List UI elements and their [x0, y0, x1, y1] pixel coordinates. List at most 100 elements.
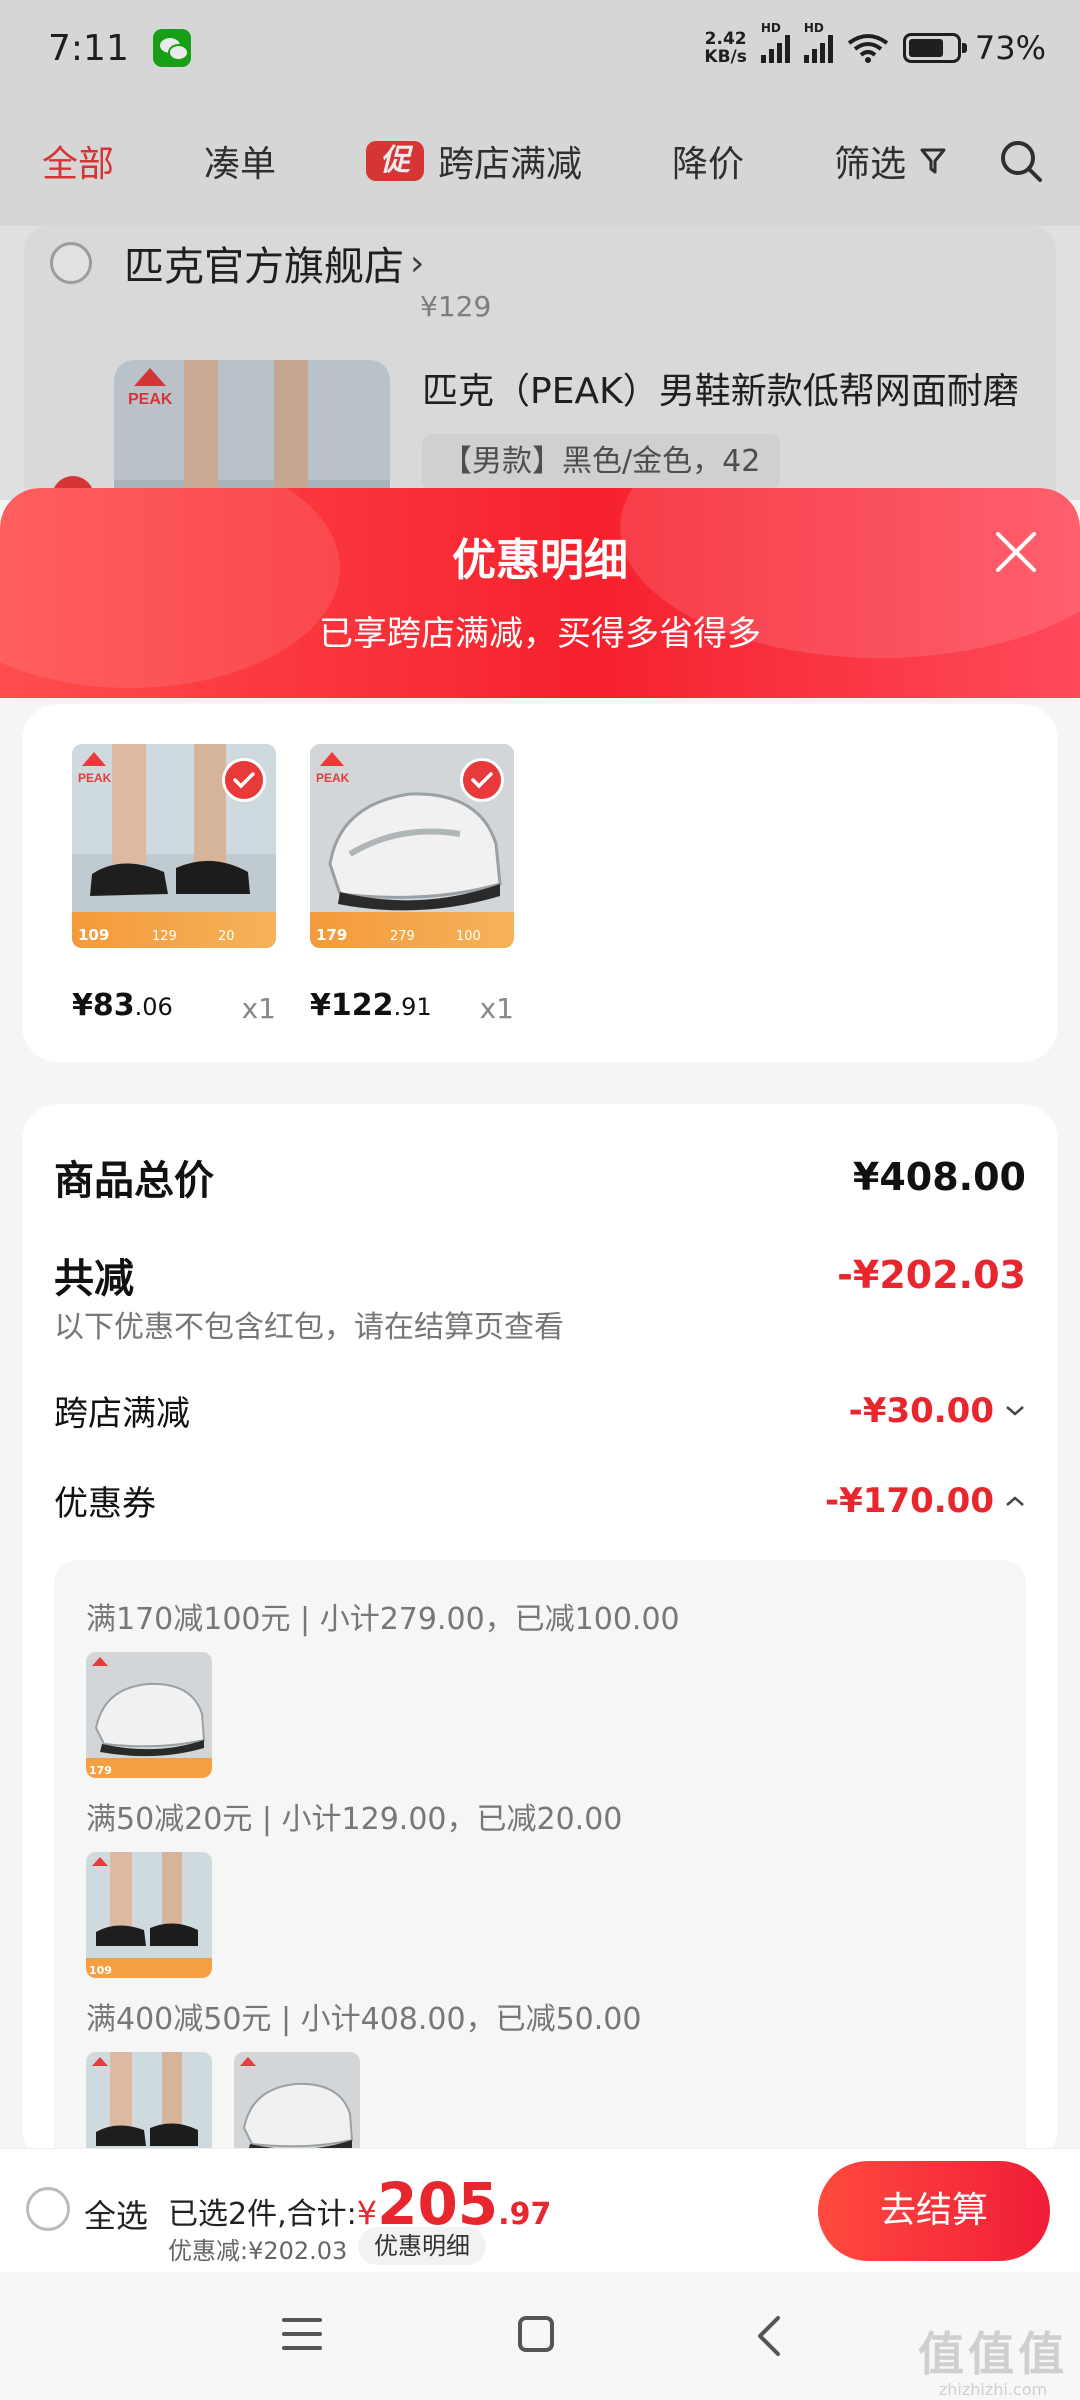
- cart-partial-price: ¥129: [420, 290, 492, 323]
- total-price-label: 商品总价: [54, 1158, 214, 1204]
- selected-item[interactable]: PEAK 109 129 20 ¥83.06 x1: [72, 744, 276, 1025]
- store-row[interactable]: 匹克官方旗舰店 ›: [24, 234, 424, 292]
- thumb-price: 179: [89, 1764, 112, 1777]
- home-icon[interactable]: [516, 2314, 556, 2354]
- app-root: 7:11 2.42 KB/s HD HD 73% 全部 凑单 促 跨店满减 降价…: [0, 0, 1080, 2400]
- cart-product-sku[interactable]: 【男款】黑色/金色，42: [422, 434, 781, 490]
- network-speed-value: 2.42: [704, 29, 747, 49]
- checkout-bar: 全选 已选2件,合计: ¥ 205 .97 优惠减:¥202.03 优惠明细 去…: [0, 2148, 1080, 2272]
- sheet-subtitle: 已享跨店满减，买得多省得多: [319, 614, 761, 654]
- thumb-price: 109: [89, 1964, 112, 1977]
- tab-bundle[interactable]: 凑单: [204, 135, 276, 187]
- svg-text:PEAK: PEAK: [78, 771, 112, 785]
- coupon-product-thumb: [86, 2052, 212, 2148]
- item-price-cents: .91: [393, 993, 432, 1021]
- header-decoration: [0, 488, 340, 688]
- filter-button[interactable]: 筛选: [834, 135, 946, 187]
- tab-cross-store-promo[interactable]: 促 跨店满减: [366, 135, 582, 187]
- total-discount-value: -¥202.03: [837, 1253, 1026, 1297]
- menu-icon[interactable]: [280, 2314, 324, 2354]
- selected-count-text: 已选2件,合计:: [168, 2197, 357, 2232]
- svg-text:PEAK: PEAK: [316, 771, 350, 785]
- watermark-main: 值值值: [918, 2327, 1068, 2381]
- thumb-price-band: 179: [86, 1758, 212, 1778]
- status-time: 7:11: [48, 27, 129, 69]
- total-price-value: ¥408.00: [852, 1155, 1026, 1199]
- filter-bar: 全部 凑单 促 跨店满减 降价 筛选: [0, 96, 1080, 226]
- band-original: 129: [152, 929, 177, 944]
- coupon-product-thumb: 179: [86, 1652, 212, 1778]
- coupon-value-wrap: -¥170.00: [825, 1481, 1026, 1521]
- band-price: 109: [78, 926, 110, 944]
- back-icon[interactable]: [754, 2314, 784, 2358]
- total-discount-label: 共减: [54, 1256, 134, 1302]
- store-name[interactable]: 匹克官方旗舰店: [124, 234, 404, 292]
- close-icon[interactable]: [992, 528, 1040, 576]
- cross-store-value: -¥30.00: [848, 1390, 994, 1431]
- promo-badge: 促: [366, 141, 425, 181]
- item-price: ¥83.06: [72, 988, 173, 1023]
- checkout-button[interactable]: 去结算: [818, 2161, 1050, 2261]
- coupon-row[interactable]: 优惠券 -¥170.00: [54, 1476, 1026, 1525]
- battery-percent: 73%: [974, 29, 1046, 67]
- chevron-up-icon: [1006, 1495, 1024, 1506]
- tab-price-drop[interactable]: 降价: [672, 135, 744, 187]
- coupon-line: 满50减20元 | 小计129.00，已减20.00: [86, 1802, 623, 1837]
- item-quantity: x1: [241, 992, 276, 1025]
- item-price-int: ¥122: [310, 988, 394, 1023]
- svg-text:PEAK: PEAK: [128, 391, 173, 408]
- wifi-icon: [847, 34, 889, 63]
- selected-total: 已选2件,合计: ¥ 205 .97: [168, 2175, 552, 2233]
- network-speed: 2.42 KB/s: [704, 30, 746, 66]
- discount-detail-button[interactable]: 优惠明细: [358, 2227, 486, 2265]
- tab-promo-label: 跨店满减: [438, 144, 583, 185]
- watermark-sub: zhizhizhi.com: [938, 2380, 1048, 2399]
- cross-store-value-wrap: -¥30.00: [849, 1391, 1026, 1431]
- selected-item[interactable]: PEAK 179 279 100 ¥122.91 x1: [310, 744, 514, 1025]
- wechat-notification-icon: [152, 29, 191, 67]
- coupon-line: 满170减100元 | 小计279.00，已减100.00: [86, 1602, 680, 1637]
- checkmark-icon: [222, 758, 266, 802]
- cross-store-row[interactable]: 跨店满减 -¥30.00: [54, 1386, 1026, 1435]
- coupon-line: 满400减50元 | 小计408.00，已减50.00: [86, 2002, 642, 2037]
- total-discount-row: 共减 -¥202.03: [54, 1246, 1026, 1304]
- item-price-int: ¥83: [72, 988, 135, 1023]
- cross-store-label: 跨店满减: [54, 1394, 190, 1434]
- item-price-cents: .06: [134, 993, 173, 1021]
- total-amount-cents: .97: [498, 2197, 552, 2232]
- status-bar: 7:11 2.42 KB/s HD HD 73%: [0, 0, 1080, 96]
- discount-note: 以下优惠不包含红包，请在结算页查看: [54, 1310, 564, 1345]
- checkmark-icon: [460, 758, 504, 802]
- sheet-header: 优惠明细 已享跨店满减，买得多省得多: [0, 488, 1080, 698]
- coupon-label: 优惠券: [54, 1484, 156, 1524]
- item-price: ¥122.91: [310, 988, 432, 1023]
- store-select-radio[interactable]: [50, 242, 92, 284]
- thumb-price-band: 109: [86, 1958, 212, 1978]
- watermark: 值值值 zhizhizhi.com: [918, 2318, 1068, 2399]
- select-all-label[interactable]: 全选: [84, 2191, 148, 2237]
- discount-detail-sheet: 优惠明细 已享跨店满减，买得多省得多 PEAK 109 129 20 ¥83.0…: [0, 488, 1080, 2148]
- tab-all[interactable]: 全部: [42, 135, 114, 187]
- product-image: PEAK 109 129 20: [72, 744, 276, 948]
- funnel-icon: [920, 148, 946, 174]
- total-price-row: 商品总价 ¥408.00: [54, 1148, 1026, 1206]
- coupon-product-thumb: 109: [86, 1852, 212, 1978]
- coupon-detail-list: 满170减100元 | 小计279.00，已减100.00 179 满50减20…: [54, 1560, 1026, 2148]
- item-quantity: x1: [479, 992, 514, 1025]
- band-saving: 20: [218, 929, 235, 944]
- filter-label: 筛选: [834, 144, 907, 185]
- status-indicators: 2.42 KB/s HD HD 73%: [704, 21, 1046, 67]
- cart-product-title[interactable]: 匹克（PEAK）男鞋新款低帮网面耐磨: [422, 362, 1019, 414]
- signal-icon-2: HD: [803, 21, 833, 63]
- search-icon[interactable]: [998, 138, 1044, 184]
- coupon-value: -¥170.00: [825, 1480, 994, 1521]
- select-all-radio[interactable]: [26, 2187, 70, 2231]
- selected-items-card: PEAK 109 129 20 ¥83.06 x1 PEAK 179 279 1…: [22, 704, 1058, 1062]
- band-saving: 100: [456, 929, 481, 944]
- signal-icon: HD: [760, 21, 790, 63]
- chevron-down-icon: [1006, 1405, 1024, 1416]
- price-summary-card: 商品总价 ¥408.00 共减 -¥202.03 以下优惠不包含红包，请在结算页…: [22, 1104, 1058, 2148]
- band-price: 179: [316, 926, 348, 944]
- discount-summary: 优惠减:¥202.03: [168, 2237, 348, 2265]
- coupon-product-thumb: [234, 2052, 360, 2148]
